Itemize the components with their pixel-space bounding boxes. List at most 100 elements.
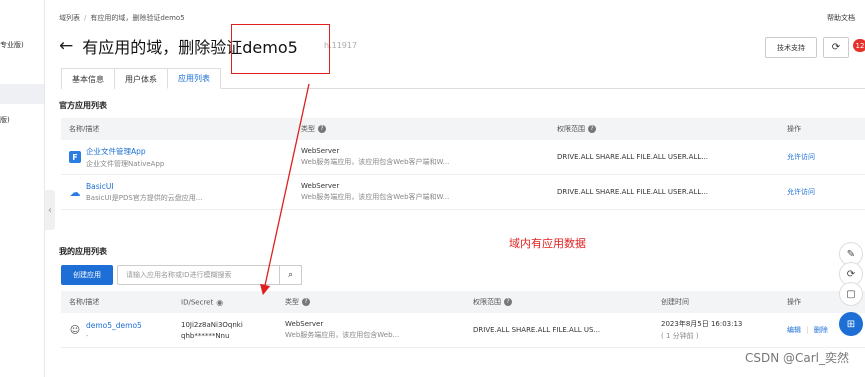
help-icon[interactable]: ? bbox=[504, 298, 512, 306]
app-name-block: 企业文件管理App 企业文件管理NativeApp bbox=[86, 146, 164, 169]
app-name-block: BasicUI BasicUI是PDS官方提供的云盘应用... bbox=[86, 182, 202, 203]
help-doc-link[interactable]: 帮助文档 bbox=[827, 13, 855, 23]
column-header-label: 权限范围 bbox=[557, 125, 585, 133]
created-time-cell: 2023年8月5日 16:03:13 ( 1 分钟前 ) bbox=[661, 319, 787, 341]
column-header: 类型? bbox=[301, 124, 557, 134]
breadcrumb-root[interactable]: 域列表 bbox=[59, 14, 80, 22]
column-header-label: ID/Secret bbox=[181, 298, 214, 306]
tab-bar: 基本信息 用户体系 应用列表 bbox=[61, 68, 865, 89]
app-type-cell: WebServer Web服务端应用，该应用包含Web... bbox=[285, 320, 473, 340]
column-header: 名称/描述 bbox=[69, 298, 100, 306]
watermark: CSDN @Carl_奕然 bbox=[744, 351, 849, 365]
app-type-description: Web服务端应用，该应用包含Web客户端和W... bbox=[301, 193, 450, 201]
annotation-text: 域内有应用数据 bbox=[509, 237, 586, 250]
annotation-highlight-box bbox=[231, 24, 330, 74]
breadcrumb-current: 有应用的域，删除验证demo5 bbox=[90, 14, 185, 22]
app-type: WebServer bbox=[301, 182, 340, 190]
app-type: WebServer bbox=[301, 147, 340, 155]
file-manager-icon: F bbox=[69, 151, 81, 163]
search-button[interactable]: ⌕ bbox=[279, 265, 302, 285]
app-secret: qhb******Nnu bbox=[181, 331, 230, 340]
refresh-icon: ⟳ bbox=[831, 42, 841, 53]
action-divider: | bbox=[806, 326, 809, 334]
refresh-button[interactable]: ⟳ bbox=[823, 37, 849, 58]
sidebar-active-item[interactable] bbox=[0, 84, 44, 104]
my-apps-title: 我的应用列表 bbox=[59, 247, 107, 256]
column-header: 权限范围? bbox=[557, 124, 787, 134]
my-apps-table: 名称/描述 ID/Secret ◉ 类型? 权限范围? 创建时间 操作 ☺ dem… bbox=[61, 291, 865, 348]
avatar-icon: ☺ bbox=[69, 324, 81, 336]
delete-link[interactable]: 删除 bbox=[814, 326, 828, 334]
column-header-label: 类型 bbox=[301, 125, 315, 133]
help-icon[interactable]: ? bbox=[302, 298, 310, 306]
breadcrumb-separator: / bbox=[84, 14, 87, 22]
app-scope: DRIVE.ALL SHARE.ALL FILE.ALL USER.ALL... bbox=[557, 188, 708, 196]
created-relative: ( 1 分钟前 ) bbox=[661, 332, 699, 340]
created-time: 2023年8月5日 16:03:13 bbox=[661, 320, 743, 328]
tab-user-system[interactable]: 用户体系 bbox=[114, 68, 168, 89]
table-row: ☁ BasicUI BasicUI是PDS官方提供的云盘应用... WebSer… bbox=[61, 175, 865, 210]
app-scope: DRIVE.ALL SHARE.ALL FILE.ALL US... bbox=[473, 326, 601, 334]
column-header: 操作 bbox=[787, 125, 801, 133]
official-apps-title: 官方应用列表 bbox=[59, 101, 107, 110]
help-icon[interactable]: ? bbox=[588, 125, 596, 133]
chevron-left-icon: ‹ bbox=[48, 204, 52, 216]
search-icon: ⌕ bbox=[287, 270, 294, 280]
column-header: 创建时间 bbox=[661, 298, 689, 306]
app-search-input[interactable] bbox=[117, 265, 302, 285]
support-button[interactable]: 技术支持 bbox=[765, 37, 817, 58]
app-scope: DRIVE.ALL SHARE.ALL FILE.ALL USER.ALL... bbox=[557, 153, 708, 161]
column-header-label: 权限范围 bbox=[473, 298, 501, 306]
column-header-label: 类型 bbox=[285, 298, 299, 306]
sidebar-item[interactable]: 版) bbox=[0, 115, 44, 125]
pencil-icon: ✎ bbox=[846, 248, 856, 260]
app-name-link[interactable]: BasicUI bbox=[86, 182, 202, 191]
allow-access-link[interactable]: 允许访问 bbox=[787, 152, 865, 162]
app-type-cell: WebServer Web服务端应用，该应用包含Web客户端和W... bbox=[301, 182, 557, 202]
help-icon[interactable]: ? bbox=[318, 125, 326, 133]
table-header: 名称/描述 类型? 权限范围? 操作 bbox=[61, 118, 865, 140]
app-name-block: demo5_demo5 - bbox=[86, 321, 142, 340]
app-name-link[interactable]: 企业文件管理App bbox=[86, 146, 164, 157]
back-arrow-icon[interactable]: ← bbox=[59, 37, 73, 55]
chat-float-button[interactable]: ▢ bbox=[839, 282, 863, 306]
left-sidebar: 专业版) 版) bbox=[0, 0, 45, 377]
app-name-cell: F 企业文件管理App 企业文件管理NativeApp bbox=[61, 146, 301, 169]
sidebar-collapse-handle[interactable]: ‹ bbox=[45, 190, 55, 230]
edit-link[interactable]: 编辑 bbox=[787, 326, 801, 334]
apps-float-button[interactable]: ⊞ bbox=[839, 312, 863, 336]
app-name-link[interactable]: demo5_demo5 bbox=[86, 321, 142, 330]
notification-badge[interactable]: 12 bbox=[853, 39, 865, 52]
allow-access-link[interactable]: 允许访问 bbox=[787, 187, 865, 197]
table-row: F 企业文件管理App 企业文件管理NativeApp WebServer We… bbox=[61, 140, 865, 175]
tab-app-list[interactable]: 应用列表 bbox=[167, 68, 221, 89]
column-header: 类型? bbox=[285, 297, 473, 307]
column-header: 名称/描述 bbox=[69, 125, 100, 133]
app-description: BasicUI是PDS官方提供的云盘应用... bbox=[86, 193, 203, 202]
table-header: 名称/描述 ID/Secret ◉ 类型? 权限范围? 创建时间 操作 bbox=[61, 291, 865, 313]
tab-basic-info[interactable]: 基本信息 bbox=[61, 68, 115, 89]
app-name-cell: ☁ BasicUI BasicUI是PDS官方提供的云盘应用... bbox=[61, 182, 301, 203]
create-app-button[interactable]: 创建应用 bbox=[61, 265, 113, 285]
app-description: - bbox=[86, 331, 89, 340]
app-name-cell: ☺ demo5_demo5 - bbox=[61, 321, 181, 340]
chat-icon: ▢ bbox=[846, 288, 856, 300]
column-header: 权限范围? bbox=[473, 297, 661, 307]
breadcrumb: 域列表 / 有应用的域，删除验证demo5 bbox=[59, 13, 185, 23]
eye-icon[interactable]: ◉ bbox=[216, 298, 223, 307]
app-type: WebServer bbox=[285, 320, 324, 328]
app-id: 10Ji2z8aNi3Oqnki bbox=[181, 320, 243, 329]
table-row: ☺ demo5_demo5 - 10Ji2z8aNi3Oqnki qhb****… bbox=[61, 313, 865, 348]
sidebar-item[interactable]: 专业版) bbox=[0, 40, 44, 50]
column-header: ID/Secret ◉ bbox=[181, 298, 285, 307]
id-secret-cell: 10Ji2z8aNi3Oqnki qhb******Nnu bbox=[181, 321, 285, 340]
refresh-icon: ⟳ bbox=[846, 268, 856, 280]
app-description: 企业文件管理NativeApp bbox=[86, 159, 165, 168]
main-content: 域列表 / 有应用的域，删除验证demo5 帮助文档 ← 有应用的域，删除验证dem… bbox=[55, 0, 865, 377]
cloud-icon: ☁ bbox=[69, 185, 81, 199]
grid-icon: ⊞ bbox=[846, 318, 856, 330]
app-type-cell: WebServer Web服务端应用，该应用包含Web客户端和W... bbox=[301, 147, 557, 167]
app-type-description: Web服务端应用，该应用包含Web客户端和W... bbox=[301, 158, 450, 166]
official-apps-table: 名称/描述 类型? 权限范围? 操作 F 企业文件管理App 企业文件管理Nat… bbox=[61, 118, 865, 210]
app-type-description: Web服务端应用，该应用包含Web... bbox=[285, 331, 400, 339]
